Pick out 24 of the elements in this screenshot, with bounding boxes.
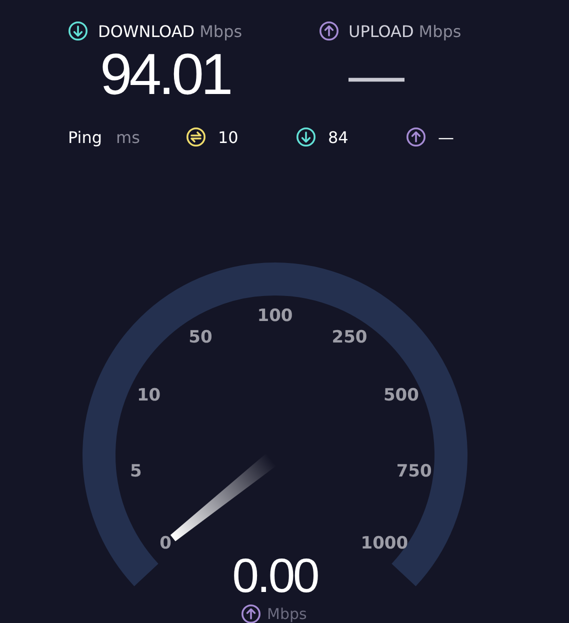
unit-label: Mbps	[418, 22, 462, 40]
unit-label: Mbps	[200, 22, 242, 40]
ping-value: 84	[328, 128, 348, 146]
scale-label: 10	[136, 385, 161, 406]
result-label: UPLOAD	[348, 22, 414, 40]
scale-label: 5	[130, 462, 142, 482]
live-speed-value: 0.00	[232, 550, 318, 603]
ping-label: Ping	[68, 128, 104, 146]
jitter-icon	[186, 127, 206, 147]
scale-label: 1000	[360, 533, 408, 554]
unit-label: Mbps	[267, 605, 307, 623]
unit-label: ms	[116, 128, 141, 146]
upload-arrow-icon	[242, 604, 260, 623]
scale-label: 250	[332, 328, 368, 348]
ping-value: —	[438, 128, 454, 146]
ping-value: 10	[218, 128, 238, 146]
speed-value: —	[348, 47, 404, 103]
speed-value: 94.01	[100, 46, 230, 104]
scale-label: 50	[188, 328, 212, 348]
scale-label: 500	[383, 385, 419, 406]
result-label: DOWNLOAD	[98, 22, 195, 40]
scale-label: 0	[160, 533, 172, 554]
scale-label: 100	[257, 306, 293, 326]
scale-label: 750	[396, 462, 432, 482]
